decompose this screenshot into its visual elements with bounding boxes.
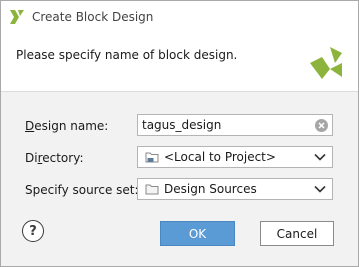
design-name-input[interactable] — [138, 116, 307, 134]
source-set-label: Specify source set: — [25, 183, 139, 197]
directory-label: Directory: — [25, 151, 84, 165]
directory-select[interactable]: <Local to Project> — [137, 146, 333, 168]
chevron-down-icon — [314, 185, 326, 193]
xilinx-logo-icon — [310, 47, 342, 79]
design-name-label: Design name: — [25, 119, 109, 133]
help-button[interactable]: ? — [22, 220, 44, 242]
dialog-header: Please specify name of block design. — [1, 33, 358, 92]
source-set-value: Design Sources — [164, 182, 257, 196]
source-set-select[interactable]: Design Sources — [137, 178, 333, 200]
window-title: Create Block Design — [32, 10, 154, 24]
local-folder-icon — [145, 152, 159, 163]
chevron-down-icon — [314, 153, 326, 161]
xilinx-logo-icon — [10, 10, 24, 24]
ok-button[interactable]: OK — [160, 221, 235, 246]
help-icon: ? — [29, 223, 37, 239]
directory-value: <Local to Project> — [164, 150, 276, 164]
create-block-design-dialog: Create Block Design Please specify name … — [0, 0, 359, 267]
design-name-field[interactable] — [137, 114, 333, 136]
folder-icon — [145, 184, 159, 195]
title-bar[interactable]: Create Block Design — [1, 1, 358, 33]
cancel-button[interactable]: Cancel — [260, 221, 334, 246]
header-message: Please specify name of block design. — [16, 48, 238, 62]
clear-icon[interactable] — [315, 119, 328, 132]
